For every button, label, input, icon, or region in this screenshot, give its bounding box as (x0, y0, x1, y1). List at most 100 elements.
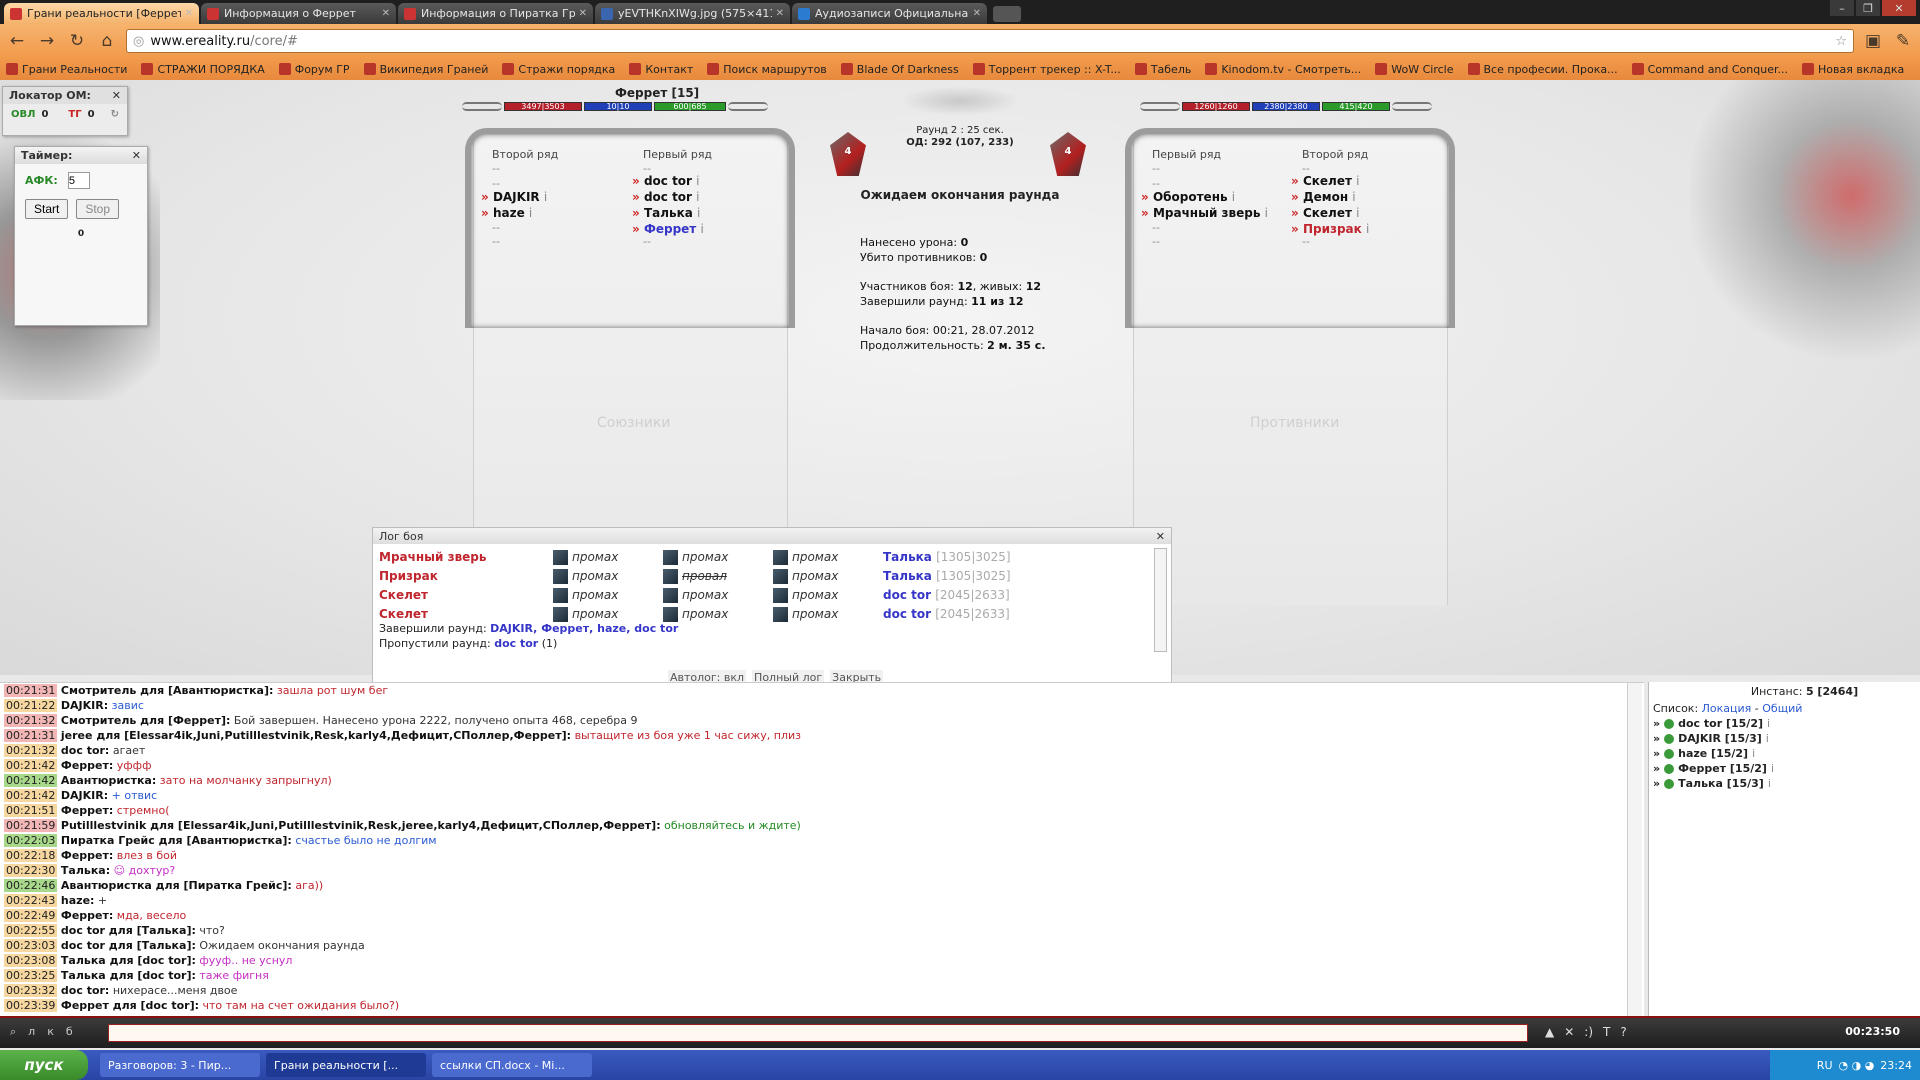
bookmark-item[interactable]: Command and Conquer... (1631, 63, 1788, 76)
reload-icon[interactable]: ↻ (66, 30, 88, 52)
close-icon[interactable]: ✕ (579, 8, 587, 19)
chat-author[interactable]: Феррет: (61, 909, 113, 922)
chat-timestamp[interactable]: 00:22:46 (4, 879, 58, 892)
bookmark-item[interactable]: Стражи порядка (502, 63, 615, 76)
chat-timestamp[interactable]: 00:21:32 (4, 744, 58, 757)
chat-timestamp[interactable]: 00:22:55 (4, 924, 58, 937)
chat-author[interactable]: jeree для [Elessar4ik,Juni,Putilllestvin… (61, 729, 571, 742)
close-icon[interactable]: ✕ (382, 8, 390, 19)
player-title[interactable]: Феррет [15] (615, 86, 699, 100)
chat-author[interactable]: Смотритель для [Авантюристка]: (61, 684, 273, 697)
expand-arrow-icon[interactable]: » (1653, 747, 1660, 760)
task-conversations[interactable]: Разговоров: 3 - Пир... (100, 1053, 260, 1077)
home-icon[interactable]: ⌂ (96, 30, 118, 52)
bookmark-item[interactable]: Kinodom.tv - Смотреть... (1205, 63, 1361, 76)
maximize-button[interactable]: ❐ (1856, 0, 1880, 16)
ally-dajkir[interactable]: » DAJKIR i (481, 190, 547, 204)
close-icon[interactable]: ✕ (185, 8, 193, 19)
chat-author[interactable]: Авантюристка для [Пиратка Грейс]: (61, 879, 292, 892)
chat-author[interactable]: Пиратка Грейс для [Авантюристка]: (61, 834, 292, 847)
tab-grani-ferret[interactable]: Грани реальности [Феррет] ✕ (4, 3, 199, 24)
roster-player[interactable]: » haze [15/2] i (1649, 746, 1920, 761)
chat-timestamp[interactable]: 00:23:08 (4, 954, 58, 967)
chat-timestamp[interactable]: 00:21:51 (4, 804, 58, 817)
tab-image[interactable]: yEVTHKnXIWg.jpg (575×411 ✕ (595, 3, 790, 24)
extension-icon[interactable]: ▣ (1862, 30, 1884, 52)
address-bar[interactable]: ◎ www.ereality.ru/core/# ☆ (126, 29, 1854, 53)
expand-arrow-icon[interactable]: » (1653, 762, 1660, 775)
refresh-icon[interactable]: ↻ (111, 109, 119, 120)
chat-author[interactable]: Putilllestvinik для [Elessar4ik,Juni,Put… (61, 819, 661, 832)
roster-player[interactable]: » Талька [15/3] i (1649, 776, 1920, 791)
bookmark-item[interactable]: Торрент трекер :: X-T... (972, 63, 1121, 76)
chat-author[interactable]: Феррет: (61, 804, 113, 817)
wrench-icon[interactable]: ✎ (1892, 30, 1914, 52)
roster-player[interactable]: » DAJKIR [15/3] i (1649, 731, 1920, 746)
chat-timestamp[interactable]: 00:21:42 (4, 759, 58, 772)
enemy-skeleton-1[interactable]: » Скелет i (1291, 174, 1359, 188)
roster-player[interactable]: » Феррет [15/2] i (1649, 761, 1920, 776)
task-grani-browser[interactable]: Грани реальности [... (266, 1053, 426, 1077)
chat-scrollbar[interactable] (1627, 683, 1642, 1016)
close-icon[interactable]: ✕ (776, 8, 784, 19)
chat-author[interactable]: Смотритель для [Феррет]: (61, 714, 231, 727)
chat-author[interactable]: Талька: (61, 864, 110, 877)
chat-author[interactable]: doc tor: (61, 744, 109, 757)
chat-author[interactable]: DAJKIR: (61, 789, 108, 802)
chat-timestamp[interactable]: 00:21:32 (4, 714, 58, 727)
ally-talka[interactable]: » Талька i (632, 206, 700, 220)
chat-timestamp[interactable]: 00:22:49 (4, 909, 58, 922)
tab-info-ferret[interactable]: Информация о Феррет ✕ (201, 3, 396, 24)
ally-ferret-self[interactable]: » Феррет i (632, 222, 704, 236)
start-button[interactable]: Start (25, 199, 69, 219)
task-word-doc[interactable]: ссылки СП.docx - Mi... (432, 1053, 592, 1077)
afk-input[interactable] (67, 172, 90, 189)
new-tab-button[interactable] (993, 6, 1021, 22)
bookmark-item[interactable]: Табель (1134, 63, 1191, 76)
back-arrow-icon[interactable]: ← (6, 30, 28, 52)
forward-arrow-icon[interactable]: → (36, 30, 58, 52)
ally-doctor-1[interactable]: » doc tor i (632, 174, 700, 188)
bookmark-item[interactable]: Blade Of Darkness (840, 63, 959, 76)
chat-timestamp[interactable]: 00:23:32 (4, 984, 58, 997)
bookmark-item[interactable]: WoW Circle (1375, 63, 1454, 76)
magnifier-icon[interactable]: ⌕ (10, 1025, 16, 1039)
close-icon[interactable]: ✕ (132, 149, 141, 162)
chat-author[interactable]: Талька для [doc tor]: (61, 969, 196, 982)
chat-timestamp[interactable]: 00:22:30 (4, 864, 58, 877)
chat-author[interactable]: doc tor: (61, 984, 109, 997)
bookmark-item[interactable]: Все професии. Прока... (1467, 63, 1618, 76)
enemy-dark-beast[interactable]: » Мрачный зверь i (1141, 206, 1268, 220)
bookmark-item[interactable]: Поиск маршрутов (707, 63, 827, 76)
stop-button[interactable]: Stop (76, 199, 120, 219)
chat-timestamp[interactable]: 00:21:31 (4, 684, 58, 697)
chat-author[interactable]: DAJKIR: (61, 699, 108, 712)
star-icon[interactable]: ☆ (1835, 34, 1847, 49)
chat-author[interactable]: Феррет: (61, 759, 113, 772)
enemy-ghost[interactable]: » Призрак i (1291, 222, 1369, 236)
smiley-icon[interactable]: :) (1584, 1025, 1593, 1039)
start-button[interactable]: пуск (0, 1050, 88, 1080)
chat-timestamp[interactable]: 00:21:42 (4, 774, 58, 787)
chat-timestamp[interactable]: 00:21:59 (4, 819, 58, 832)
help-icon[interactable]: ? (1620, 1025, 1626, 1039)
expand-arrow-icon[interactable]: » (1653, 777, 1660, 790)
translit-icon[interactable]: T (1603, 1025, 1610, 1039)
chat-author[interactable]: doc tor для [Талька]: (61, 924, 196, 937)
info-icon[interactable]: i (1767, 717, 1770, 730)
info-icon[interactable]: i (1752, 747, 1755, 760)
log-target[interactable]: Талька [1305|3025] (883, 569, 1011, 583)
chat-timestamp[interactable]: 00:21:22 (4, 699, 58, 712)
log-target[interactable]: doc tor [2045|2633] (883, 607, 1010, 621)
chat-author[interactable]: Талька для [doc tor]: (61, 954, 196, 967)
close-icon[interactable]: ✕ (112, 89, 121, 102)
location-link[interactable]: Локация (1702, 702, 1752, 715)
chat-author[interactable]: doc tor для [Талька]: (61, 939, 196, 952)
bookmark-item[interactable]: Википедия Граней (363, 63, 488, 76)
ally-doctor-2[interactable]: » doc tor i (632, 190, 700, 204)
minimize-button[interactable]: – (1830, 0, 1854, 16)
close-icon[interactable]: ✕ (1156, 530, 1165, 543)
ally-haze[interactable]: » haze i (481, 206, 532, 220)
chat-author[interactable]: Феррет: (61, 849, 113, 862)
clan-icon[interactable]: к (47, 1025, 54, 1039)
